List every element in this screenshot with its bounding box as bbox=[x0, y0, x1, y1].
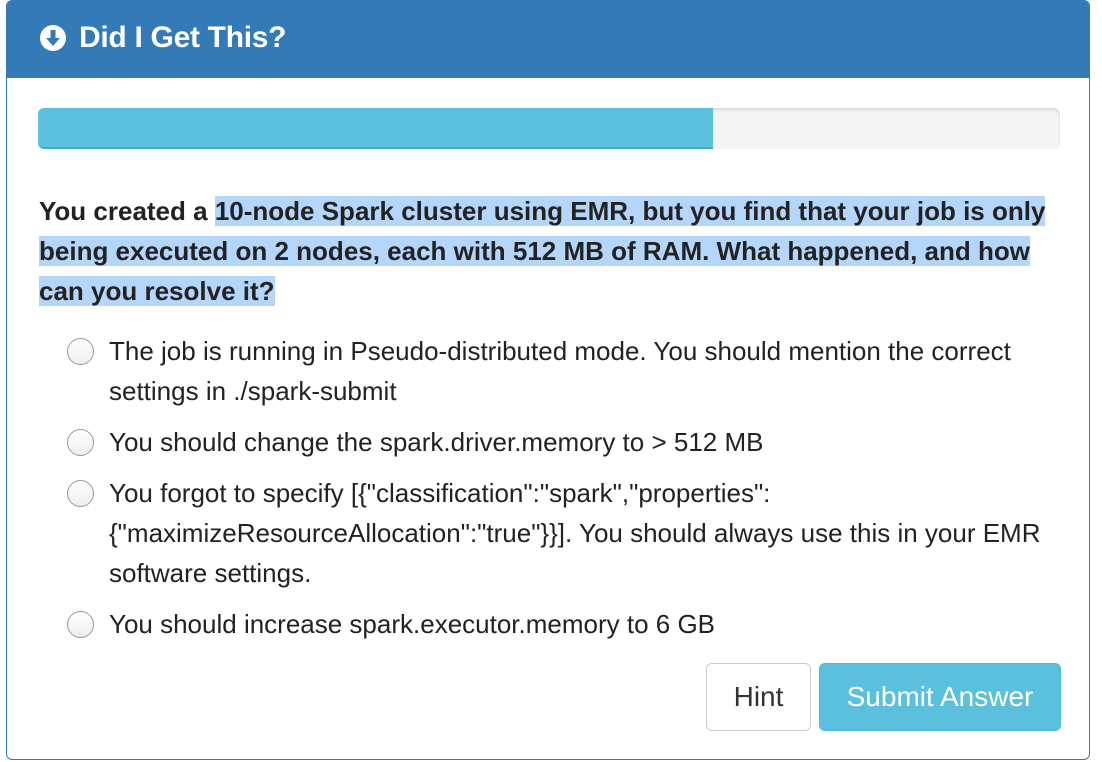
answer-option[interactable]: The job is running in Pseudo-distributed… bbox=[65, 331, 1045, 411]
question-lead: You created a bbox=[39, 196, 215, 226]
answer-option[interactable]: You should increase spark.executor.memor… bbox=[65, 604, 1045, 644]
radio-button[interactable] bbox=[67, 611, 94, 638]
answer-option[interactable]: You forgot to specify [{"classification"… bbox=[65, 473, 1045, 593]
progress-fill bbox=[38, 108, 713, 149]
submit-answer-button[interactable]: Submit Answer bbox=[819, 663, 1061, 731]
option-label: You should change the spark.driver.memor… bbox=[109, 427, 764, 457]
radio-button[interactable] bbox=[67, 429, 94, 456]
option-label: You forgot to specify [{"classification"… bbox=[109, 478, 1041, 588]
hint-button[interactable]: Hint bbox=[706, 663, 811, 731]
question-text: You created a 10-node Spark cluster usin… bbox=[39, 191, 1069, 311]
option-label: The job is running in Pseudo-distributed… bbox=[109, 336, 1011, 406]
panel-title: Did I Get This? bbox=[79, 20, 287, 54]
panel-heading: Did I Get This? bbox=[7, 1, 1089, 78]
answer-option[interactable]: You should change the spark.driver.memor… bbox=[65, 422, 1045, 462]
radio-button[interactable] bbox=[67, 480, 94, 507]
progress-bar bbox=[38, 108, 1060, 149]
radio-button[interactable] bbox=[67, 338, 94, 365]
answer-options: The job is running in Pseudo-distributed… bbox=[65, 331, 1045, 655]
circle-arrow-down-icon bbox=[39, 24, 67, 52]
option-label: You should increase spark.executor.memor… bbox=[109, 609, 716, 639]
quiz-panel: Did I Get This? You created a 10-node Sp… bbox=[6, 0, 1090, 760]
